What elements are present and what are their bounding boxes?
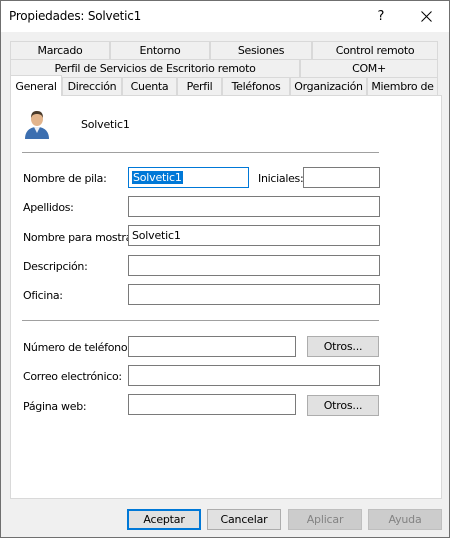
- separator: [22, 152, 379, 153]
- web-page-input[interactable]: [128, 394, 296, 415]
- tab-entorno[interactable]: Entorno: [110, 41, 210, 59]
- cancel-button[interactable]: Cancelar: [207, 509, 281, 530]
- description-input[interactable]: [128, 255, 380, 276]
- user-display-name: Solvetic1: [81, 118, 130, 131]
- ok-button[interactable]: Aceptar: [127, 509, 201, 530]
- last-name-input[interactable]: [128, 196, 380, 217]
- tab-control-remoto[interactable]: Control remoto: [312, 41, 438, 59]
- email-input[interactable]: [128, 365, 380, 386]
- tab-cuenta[interactable]: Cuenta: [122, 77, 177, 95]
- tab-organizacion[interactable]: Organización: [290, 77, 367, 95]
- office-label: Oficina:: [23, 289, 63, 302]
- tab-perfil[interactable]: Perfil: [177, 77, 222, 95]
- web-others-button[interactable]: Otros...: [307, 395, 379, 416]
- tab-direccion[interactable]: Dirección: [62, 77, 122, 95]
- tab-miembro-de[interactable]: Miembro de: [367, 77, 438, 95]
- tab-row-3: General Dirección Cuenta Perfil Teléfono…: [10, 75, 438, 96]
- email-label: Correo electrónico:: [23, 370, 122, 383]
- title-bar[interactable]: Propiedades: Solvetic1 ?: [1, 1, 449, 32]
- user-icon: [25, 111, 49, 139]
- first-name-label: Nombre de pila:: [23, 172, 107, 185]
- phone-others-button[interactable]: Otros...: [307, 336, 379, 357]
- web-label: Página web:: [23, 400, 87, 413]
- separator: [22, 320, 379, 321]
- properties-dialog: Propiedades: Solvetic1 ? Marcado Entorno…: [0, 0, 450, 538]
- phone-input[interactable]: [128, 336, 296, 357]
- tab-marcado[interactable]: Marcado: [10, 41, 110, 59]
- initials-label: Iniciales:: [258, 172, 304, 185]
- office-input[interactable]: [128, 284, 380, 305]
- tab-row-2: Perfil de Servicios de Escritorio remoto…: [10, 59, 438, 77]
- tab-telefonos[interactable]: Teléfonos: [222, 77, 290, 95]
- first-name-value: Solvetic1: [132, 171, 183, 184]
- window-title: Propiedades: Solvetic1: [9, 9, 142, 23]
- display-name-label: Nombre para mostrar:: [23, 231, 140, 244]
- last-name-label: Apellidos:: [23, 201, 74, 214]
- tab-sesiones[interactable]: Sesiones: [210, 41, 312, 59]
- display-name-input[interactable]: Solvetic1: [128, 225, 380, 246]
- tab-general[interactable]: General: [10, 75, 62, 96]
- help-button[interactable]: ?: [358, 1, 404, 32]
- tab-com-plus[interactable]: COM+: [300, 59, 438, 77]
- help-footer-button[interactable]: Ayuda: [368, 509, 442, 530]
- tab-row-1: Marcado Entorno Sesiones Control remoto: [10, 41, 438, 59]
- initials-input[interactable]: [303, 167, 380, 188]
- description-label: Descripción:: [23, 260, 88, 273]
- close-icon: [420, 11, 432, 22]
- close-button[interactable]: [403, 1, 449, 32]
- apply-button[interactable]: Aplicar: [288, 509, 362, 530]
- phone-label: Número de teléfono:: [23, 341, 131, 354]
- help-icon: ?: [377, 9, 385, 24]
- first-name-input[interactable]: Solvetic1: [128, 167, 249, 188]
